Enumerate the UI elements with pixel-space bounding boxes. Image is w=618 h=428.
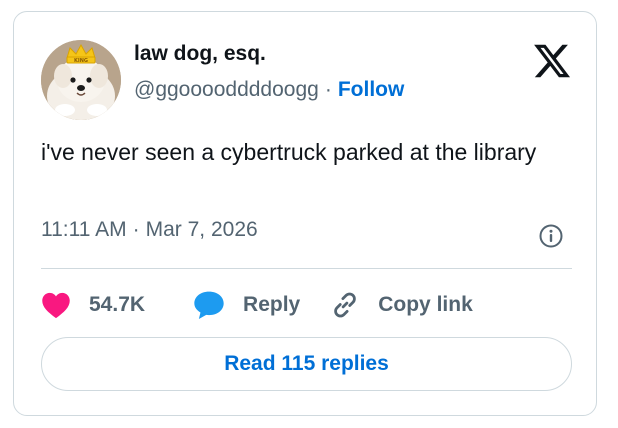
dog-avatar-image: KING <box>41 40 121 120</box>
author-handle[interactable]: @ggooooddddoogg <box>134 78 319 102</box>
author-name[interactable]: law dog, esq. <box>134 42 266 66</box>
like-count: 54.7K <box>89 293 146 316</box>
tweet-card: KING law dog, esq. @ggooooddddoogg · Fol… <box>13 11 597 416</box>
tweet-timestamp[interactable]: 11:11 AM · Mar 7, 2026 <box>41 218 258 242</box>
read-replies-button[interactable]: Read 115 replies <box>41 337 572 391</box>
divider <box>41 268 572 269</box>
heart-icon <box>42 292 70 319</box>
crown-badge-text: KING <box>74 58 88 64</box>
link-icon <box>334 292 357 318</box>
reply-button[interactable]: Reply <box>193 290 300 320</box>
reply-label: Reply <box>243 293 301 316</box>
copy-link-label: Copy link <box>378 293 473 316</box>
tweet-text: i've never seen a cybertruck parked at t… <box>41 139 537 165</box>
x-logo-icon[interactable] <box>532 41 572 81</box>
tweet-time[interactable]: 11:11 AM <box>41 218 127 242</box>
action-bar: 54.7K Reply Copy link <box>41 287 473 323</box>
handle-row: @ggooooddddoogg · Follow <box>134 78 404 102</box>
copy-link-button[interactable]: Copy link <box>330 290 473 320</box>
follow-button[interactable]: Follow <box>338 78 405 102</box>
avatar[interactable]: KING <box>41 40 121 120</box>
tweet-date[interactable]: Mar 7, 2026 <box>146 218 258 242</box>
separator-dot: · <box>324 78 332 101</box>
speech-bubble-icon <box>194 291 224 319</box>
info-icon[interactable] <box>538 223 564 249</box>
like-button[interactable]: 54.7K <box>41 291 145 319</box>
separator-dot: · <box>132 218 140 241</box>
